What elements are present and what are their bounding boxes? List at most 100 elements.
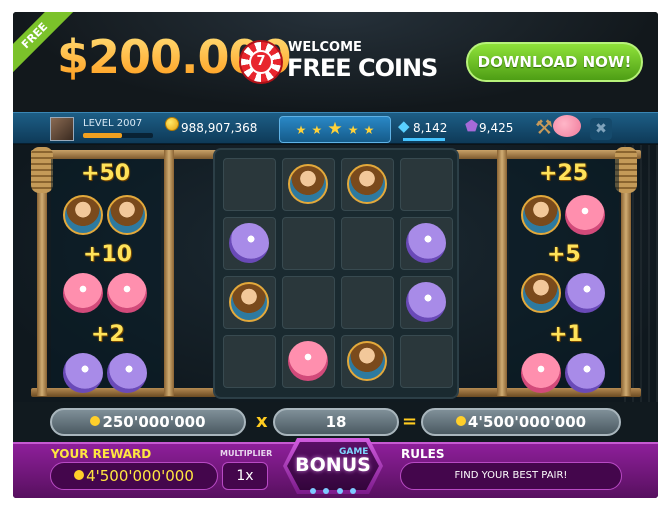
board-cell[interactable] [282, 158, 335, 211]
blowfish-icon [406, 282, 446, 322]
multiplier-display: 18 [273, 408, 399, 436]
free-coins-text: FREE COINS [287, 54, 438, 82]
star-icon: ★ [295, 123, 307, 137]
paytable-right: +25 +5 +1 [509, 159, 619, 393]
gem-count: 8,142 [413, 121, 448, 135]
payout-value: +2 [91, 322, 125, 347]
blowfish-icon [565, 353, 605, 393]
rope-left-icon [31, 147, 53, 193]
reward-value-display: 4'500'000'000 [50, 462, 218, 490]
bonus-game-button[interactable]: GAME BONUS [283, 438, 383, 494]
pirate-icon [229, 282, 269, 322]
payout-value: +50 [81, 161, 131, 186]
level-label: LEVEL 2007 [83, 118, 143, 129]
bonus-label: BONUS [295, 454, 371, 476]
octopus-icon [63, 273, 103, 313]
board-cell[interactable] [400, 158, 453, 211]
hammer-icon[interactable]: ⚒ [535, 115, 553, 139]
wooden-post-left-inner [164, 150, 174, 396]
equals-operator: = [402, 411, 418, 432]
coin-icon [74, 470, 85, 480]
board-cell[interactable] [223, 335, 276, 388]
board-cell[interactable] [341, 217, 394, 270]
board-cell[interactable] [341, 335, 394, 388]
star-icon: ★ [327, 119, 343, 139]
promo-banner[interactable]: FREE $200.000 7 WELCOME FREE COINS DOWNL… [13, 12, 658, 112]
dot-icon [349, 488, 356, 494]
download-now-button[interactable]: DOWNLOAD NOW! [466, 42, 643, 82]
star-icon: ★ [363, 123, 375, 137]
shield-count: 9,425 [479, 121, 514, 135]
diamond-icon: ◆ [398, 117, 410, 135]
octopus-icon [521, 353, 561, 393]
board-cell[interactable] [400, 276, 453, 329]
pirate-icon [63, 195, 103, 235]
reward-value: 4'500'000'000 [86, 467, 194, 485]
casino-chip-logo-icon: 7 [239, 40, 283, 84]
bonus-progress-dots [283, 479, 383, 494]
board-cell[interactable] [341, 276, 394, 329]
player-avatar[interactable] [50, 117, 74, 141]
board-cell[interactable] [282, 335, 335, 388]
octopus-icon [288, 341, 328, 381]
rules-text: FIND YOUR BEST PAIR! [400, 462, 622, 490]
board-cell[interactable] [223, 276, 276, 329]
bet-value: 250'000'000 [102, 413, 206, 431]
times-operator: x [256, 411, 268, 432]
game-stage: +50 +10 +2 +25 +5 +1 [13, 145, 658, 402]
wooden-post-right-inner [497, 150, 507, 396]
dot-icon [310, 488, 317, 494]
game-board [213, 148, 459, 399]
board-cell[interactable] [400, 217, 453, 270]
calculation-row: 250'000'000 x 18 = 4'500'000'000 [13, 402, 658, 442]
star-icon: ★ [347, 123, 359, 137]
board-cell[interactable] [223, 217, 276, 270]
star-icon: ★ [311, 123, 323, 137]
shield-icon: ⬟ [465, 117, 479, 135]
level-progress-bar [83, 133, 153, 138]
total-value: 4'500'000'000 [467, 413, 587, 431]
level-progress-fill [83, 133, 122, 138]
pirate-icon [347, 341, 387, 381]
board-cell[interactable] [400, 335, 453, 388]
close-icon[interactable]: ✖ [590, 118, 612, 140]
dot-icon [323, 488, 330, 494]
board-cell[interactable] [282, 217, 335, 270]
pirate-icon [521, 273, 561, 313]
total-display: 4'500'000'000 [421, 408, 621, 436]
payout-value: +25 [539, 161, 589, 186]
coin-icon [90, 416, 101, 426]
gem-progress-bar [403, 138, 445, 141]
payout-value: +1 [549, 322, 583, 347]
blowfish-icon [107, 353, 147, 393]
octopus-icon [107, 273, 147, 313]
board-cell[interactable] [282, 276, 335, 329]
payout-value: +5 [547, 242, 581, 267]
pirate-icon [107, 195, 147, 235]
payout-value: +10 [83, 242, 133, 267]
blowfish-icon [406, 223, 446, 263]
status-bar: LEVEL 2007 988,907,368 ★ ★ ★ ★ ★ ◆ 8,142… [13, 112, 658, 144]
piggy-bank-icon[interactable] [553, 115, 581, 137]
coin-icon [455, 416, 466, 426]
coin-icon [165, 117, 179, 131]
pirate-icon [347, 164, 387, 204]
rules-label: RULES [401, 447, 445, 461]
star-rating[interactable]: ★ ★ ★ ★ ★ [279, 116, 391, 143]
bet-display: 250'000'000 [50, 408, 246, 436]
multiplier-label: MULTIPLIER [220, 449, 273, 458]
reward-label: YOUR REWARD [51, 447, 152, 461]
blowfish-icon [63, 353, 103, 393]
blowfish-icon [565, 273, 605, 313]
bottom-bar: YOUR REWARD 4'500'000'000 MULTIPLIER 1x … [13, 438, 658, 498]
board-cell[interactable] [223, 158, 276, 211]
welcome-text: WELCOME [288, 40, 362, 55]
logo-glyph: 7 [249, 50, 273, 74]
board-cell[interactable] [341, 158, 394, 211]
octopus-icon [565, 195, 605, 235]
pirate-icon [521, 195, 561, 235]
paytable-left: +50 +10 +2 [51, 159, 161, 393]
dot-icon [336, 488, 343, 494]
multiplier-value: 1x [222, 462, 268, 490]
pirate-icon [288, 164, 328, 204]
